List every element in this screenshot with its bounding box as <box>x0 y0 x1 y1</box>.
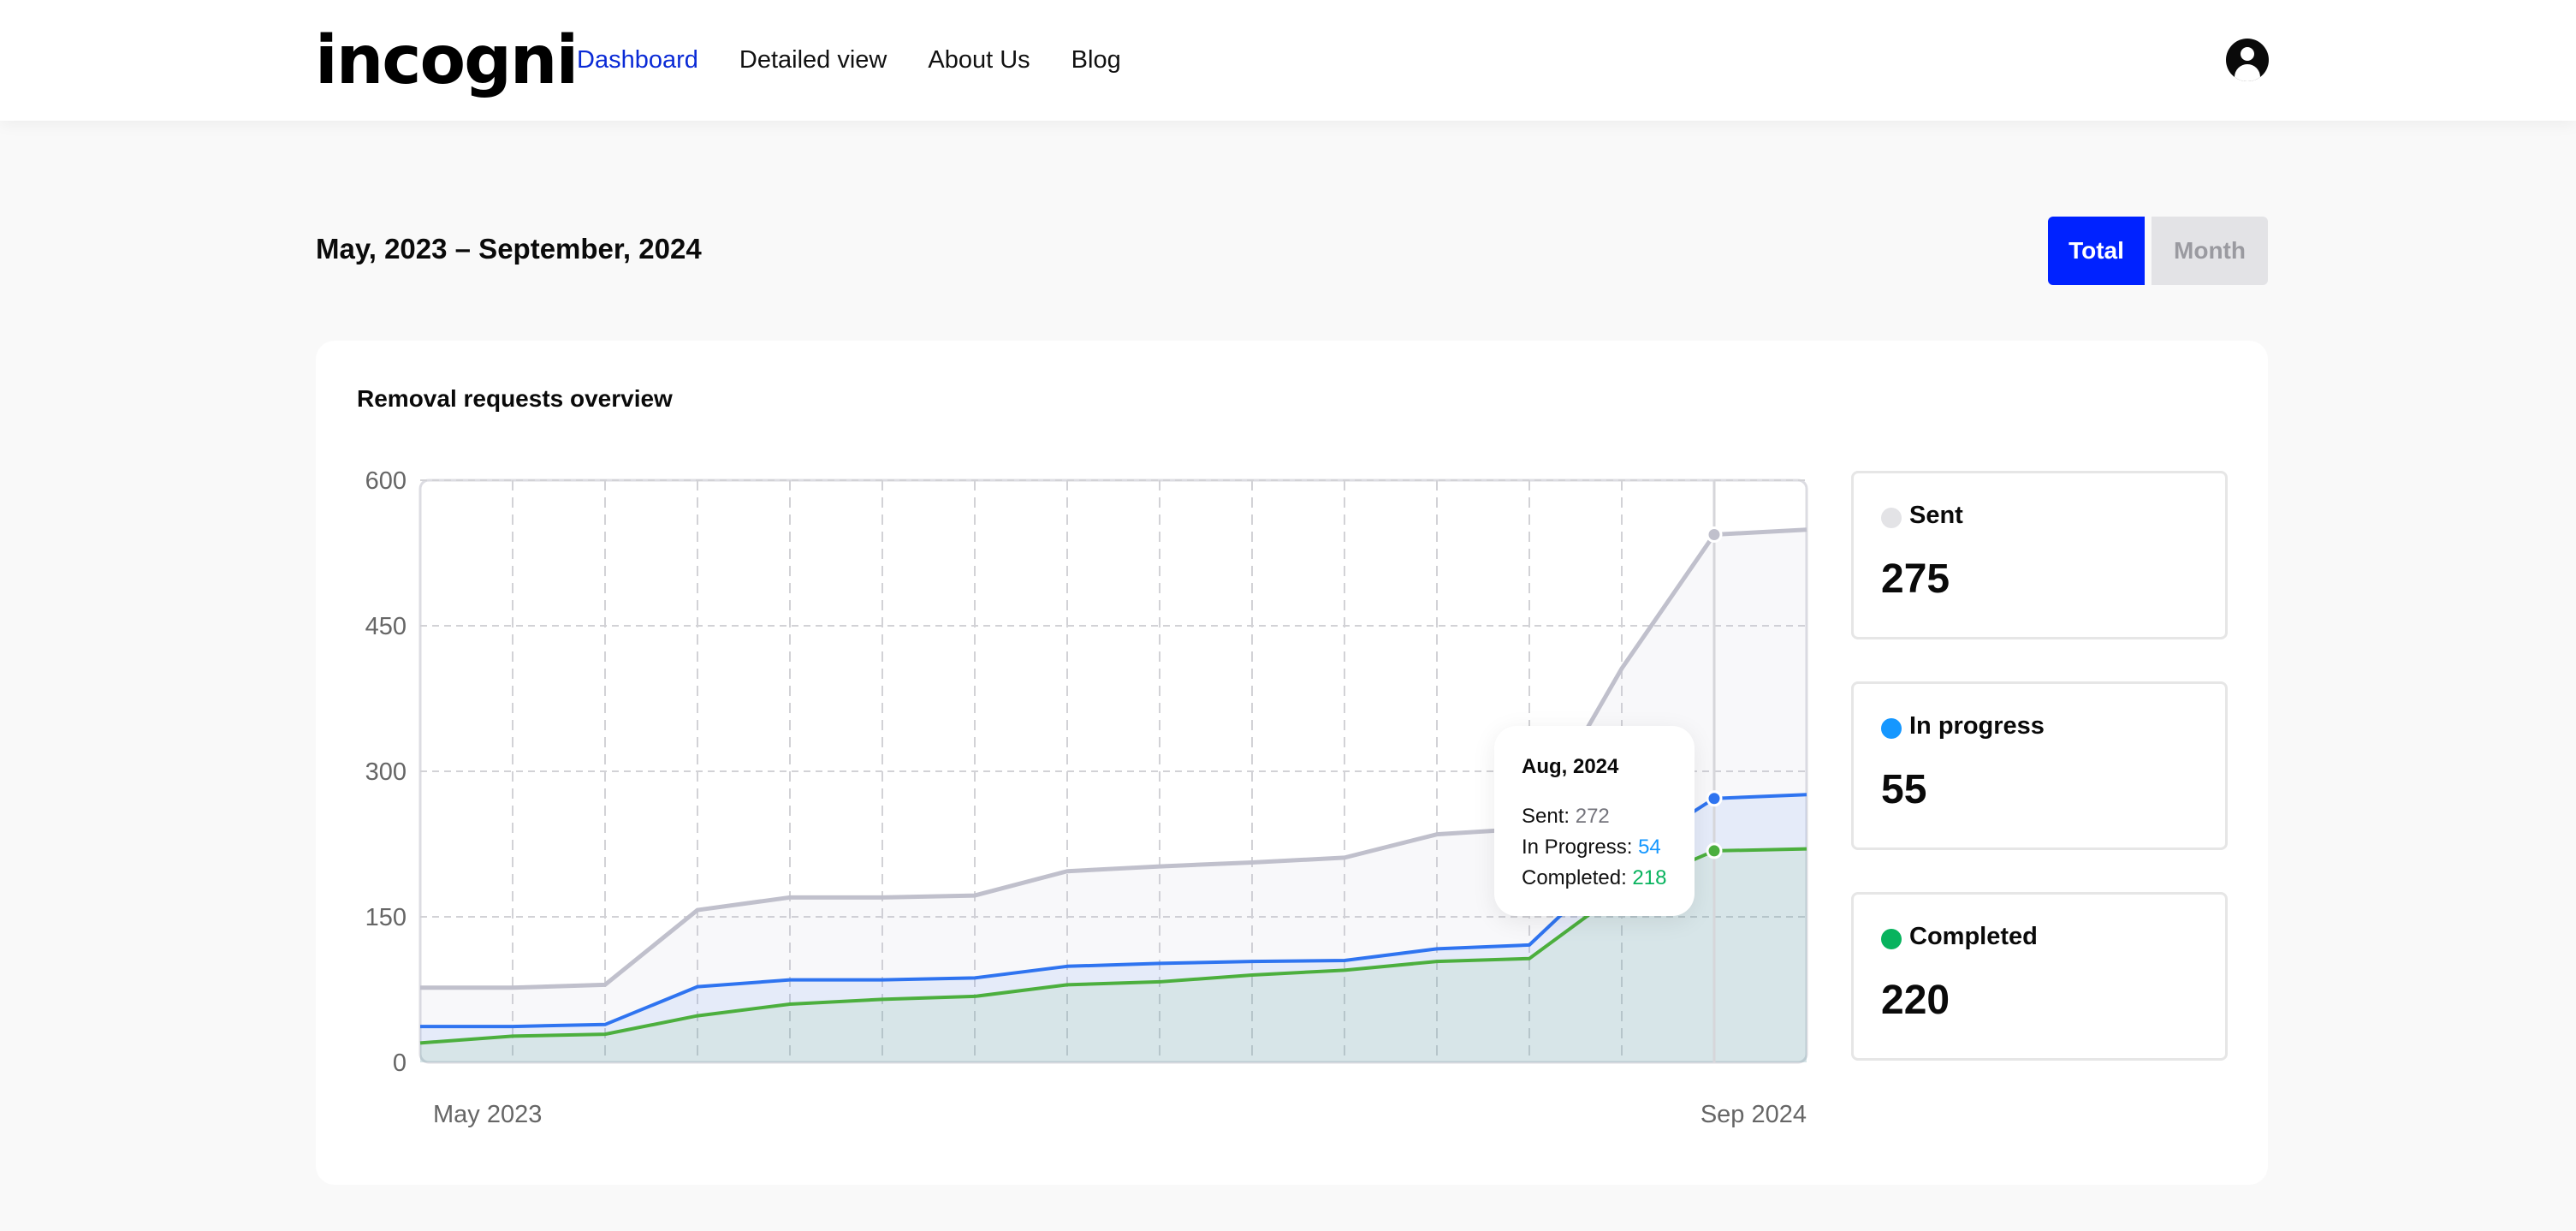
tooltip-label: In Progress: <box>1522 836 1639 859</box>
stat-label: Completed <box>1909 923 2038 950</box>
incogni-logo[interactable]: incogni <box>315 22 579 99</box>
y-tick-label: 150 <box>365 904 407 931</box>
stat-value: 55 <box>1881 767 1927 812</box>
nav-detailed-view[interactable]: Detailed view <box>739 41 887 79</box>
tooltip-row-in-progress: In Progress: 54 <box>1522 832 1695 863</box>
y-tick-label: 0 <box>393 1050 407 1077</box>
tooltip-title: Aug, 2024 <box>1522 755 1619 778</box>
month-button[interactable]: Month <box>2152 217 2268 285</box>
chart-tooltip: Aug, 2024 Sent: 272 In Progress: 54 Comp… <box>1494 726 1695 916</box>
tooltip-row-completed: Completed: 218 <box>1522 863 1695 894</box>
stat-label: Sent <box>1909 502 1963 529</box>
avatar-head <box>2241 47 2254 61</box>
completed-highlight-point <box>1706 842 1723 859</box>
tooltip-label: Sent: <box>1522 805 1576 828</box>
stat-card-completed: Completed 220 <box>1851 892 2228 1061</box>
y-tick-label: 600 <box>365 467 407 495</box>
x-tick-label: May 2023 <box>433 1101 542 1128</box>
overview-card: Removal requests overview 0 150 300 450 600 M… <box>316 341 2268 1185</box>
nav-dashboard[interactable]: Dashboard <box>577 41 698 79</box>
y-tick-label: 300 <box>365 758 407 786</box>
nav-blog[interactable]: Blog <box>1071 41 1121 79</box>
period-toggle: Total Month <box>2048 217 2268 285</box>
avatar-body <box>2235 64 2260 81</box>
in-progress-dot-icon <box>1881 718 1902 739</box>
top-navigation-bar: incogni Dashboard Detailed view About Us… <box>0 0 2576 121</box>
tooltip-value: 272 <box>1575 805 1610 828</box>
main-nav: Dashboard Detailed view About Us Blog <box>577 41 1121 79</box>
tooltip-value: 54 <box>1638 836 1661 859</box>
stat-value: 220 <box>1881 978 1950 1023</box>
stat-card-in-progress: In progress 55 <box>1851 681 2228 850</box>
nav-about-us[interactable]: About Us <box>928 41 1030 79</box>
tooltip-label: Completed: <box>1522 866 1633 889</box>
total-button[interactable]: Total <box>2048 217 2145 285</box>
stat-card-sent: Sent 275 <box>1851 471 2228 639</box>
in-progress-highlight-point <box>1706 790 1723 807</box>
stat-value: 275 <box>1881 556 1950 602</box>
sent-highlight-point <box>1706 526 1723 543</box>
x-tick-label: Sep 2024 <box>1701 1101 1807 1128</box>
stat-label: In progress <box>1909 712 2045 740</box>
completed-dot-icon <box>1881 929 1902 949</box>
date-range-title: May, 2023 – September, 2024 <box>316 233 702 265</box>
sent-dot-icon <box>1881 508 1902 528</box>
y-tick-label: 450 <box>365 613 407 640</box>
user-circle-icon[interactable] <box>2226 39 2269 81</box>
tooltip-row-sent: Sent: 272 <box>1522 801 1695 832</box>
tooltip-value: 218 <box>1632 866 1667 889</box>
